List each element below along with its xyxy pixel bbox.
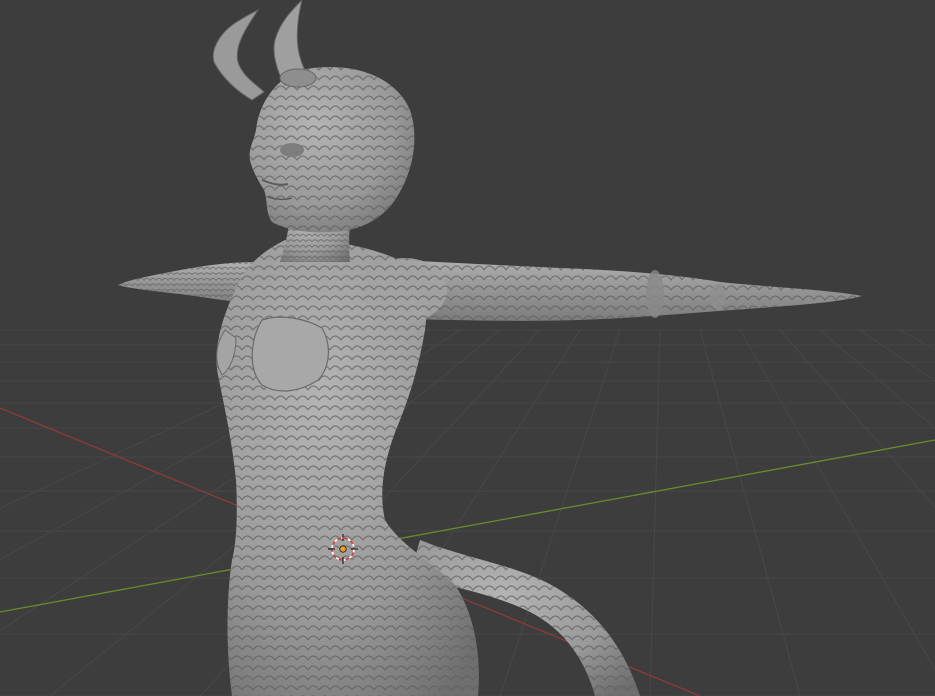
viewport-canvas[interactable]	[0, 0, 935, 696]
3d-viewport[interactable]	[0, 0, 935, 696]
horn-left	[212, 8, 265, 101]
object-origin-icon	[339, 545, 347, 553]
